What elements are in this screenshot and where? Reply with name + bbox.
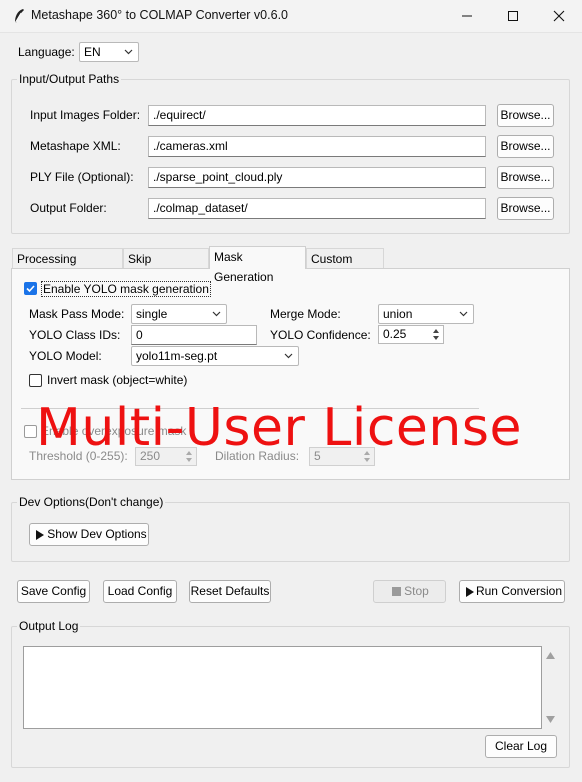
- show-dev-options-button[interactable]: Show Dev Options: [29, 523, 149, 546]
- close-icon: [553, 10, 565, 22]
- yolo-class-ids-field[interactable]: 0: [131, 325, 257, 345]
- input-images-field[interactable]: ./equirect/: [148, 105, 486, 126]
- enable-yolo-checkbox[interactable]: [24, 282, 37, 295]
- checkmark-icon: [26, 285, 35, 293]
- chevron-down-icon: [459, 311, 468, 317]
- stop-icon: [392, 587, 401, 596]
- merge-mode-value: union: [383, 307, 413, 321]
- yolo-confidence-spinbox[interactable]: 0.25: [378, 325, 444, 344]
- merge-mode-select[interactable]: union: [378, 304, 474, 324]
- mask-pass-mode-value: single: [136, 307, 168, 321]
- run-conversion-button[interactable]: Run Conversion: [459, 580, 565, 603]
- minimize-icon: [462, 15, 472, 17]
- language-select[interactable]: EN: [79, 42, 139, 62]
- browse-metashape-xml-button[interactable]: Browse...: [497, 135, 554, 158]
- chevron-down-icon: [212, 311, 221, 317]
- tab-custom-mask[interactable]: Custom Mask: [306, 248, 384, 286]
- close-button[interactable]: [536, 0, 582, 32]
- output-log-group-title: Output Log: [17, 619, 81, 633]
- output-log-scrollbar[interactable]: [543, 646, 557, 729]
- yolo-model-select[interactable]: yolo11m-seg.pt: [131, 346, 299, 366]
- feather-icon: [14, 9, 24, 24]
- tab-processing-options[interactable]: Processing Options: [12, 248, 123, 286]
- window-title: Metashape 360° to COLMAP Converter v0.6.…: [31, 8, 288, 22]
- stop-label: Stop: [404, 584, 429, 598]
- yolo-confidence-label: YOLO Confidence:: [270, 328, 371, 342]
- output-log-textarea[interactable]: [23, 646, 542, 729]
- yolo-model-label: YOLO Model:: [29, 349, 102, 363]
- browse-output-folder-button[interactable]: Browse...: [497, 197, 554, 220]
- output-folder-field[interactable]: ./colmap_dataset/: [148, 198, 486, 219]
- minimize-button[interactable]: [444, 0, 490, 32]
- play-icon: [36, 530, 44, 540]
- title-bar: Metashape 360° to COLMAP Converter v0.6.…: [0, 0, 582, 33]
- scroll-down-icon[interactable]: [546, 716, 555, 723]
- maximize-icon: [508, 11, 518, 21]
- ply-file-label: PLY File (Optional):: [30, 170, 134, 184]
- play-icon: [466, 587, 474, 597]
- yolo-model-value: yolo11m-seg.pt: [136, 349, 218, 363]
- chevron-down-icon: [284, 353, 293, 359]
- scroll-up-icon[interactable]: [546, 652, 555, 659]
- merge-mode-label: Merge Mode:: [270, 307, 341, 321]
- mask-pass-mode-label: Mask Pass Mode:: [29, 307, 125, 321]
- input-images-label: Input Images Folder:: [30, 108, 141, 122]
- clear-log-button[interactable]: Clear Log: [485, 735, 557, 758]
- spin-arrows-icon[interactable]: [431, 327, 441, 342]
- enable-yolo-label[interactable]: Enable YOLO mask generation: [41, 281, 211, 297]
- yolo-class-ids-label: YOLO Class IDs:: [29, 328, 121, 342]
- save-config-button[interactable]: Save Config: [17, 580, 90, 603]
- metashape-xml-label: Metashape XML:: [30, 139, 121, 153]
- invert-mask-checkbox[interactable]: [29, 374, 42, 387]
- language-label: Language:: [18, 45, 75, 59]
- run-conversion-label: Run Conversion: [475, 584, 563, 598]
- mask-pass-mode-select[interactable]: single: [131, 304, 227, 324]
- browse-ply-file-button[interactable]: Browse...: [497, 166, 554, 189]
- tab-mask-generation[interactable]: Mask Generation: [209, 246, 306, 284]
- stop-button[interactable]: Stop: [373, 580, 446, 603]
- tab-skip-directions[interactable]: Skip Directions: [123, 248, 209, 286]
- chevron-down-icon: [124, 49, 133, 55]
- language-value: EN: [84, 45, 101, 59]
- yolo-confidence-value: 0.25: [383, 327, 407, 341]
- paths-group-title: Input/Output Paths: [17, 72, 122, 86]
- browse-input-images-button[interactable]: Browse...: [497, 104, 554, 127]
- dev-options-group-title: Dev Options(Don't change): [17, 495, 166, 509]
- load-config-button[interactable]: Load Config: [103, 580, 177, 603]
- output-folder-label: Output Folder:: [30, 201, 107, 215]
- invert-mask-label: Invert mask (object=white): [47, 373, 188, 387]
- reset-defaults-button[interactable]: Reset Defaults: [189, 580, 271, 603]
- ply-file-field[interactable]: ./sparse_point_cloud.ply: [148, 167, 486, 188]
- maximize-button[interactable]: [490, 0, 536, 32]
- license-watermark: Multi-User License: [36, 398, 522, 458]
- metashape-xml-field[interactable]: ./cameras.xml: [148, 136, 486, 157]
- show-dev-options-label: Show Dev Options: [47, 527, 147, 541]
